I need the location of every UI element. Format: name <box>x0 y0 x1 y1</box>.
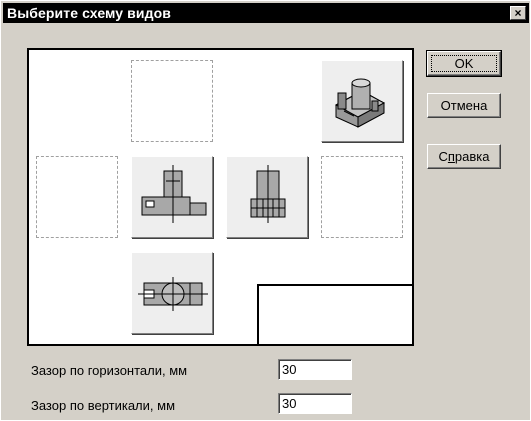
view-slot-middle-right[interactable] <box>321 156 403 238</box>
dialog-title: Выберите схему видов <box>7 5 171 21</box>
view-slot-top-center[interactable] <box>131 60 213 142</box>
top-view-icon <box>138 277 208 311</box>
focus-rectangle <box>431 55 497 72</box>
isometric-view-icon <box>334 78 386 128</box>
cancel-button[interactable]: Отмена <box>427 93 501 118</box>
view-slot-top[interactable] <box>131 252 213 334</box>
vertical-gap-label: Зазор по вертикали, мм <box>31 398 176 413</box>
cancel-button-label: Отмена <box>440 98 488 113</box>
vertical-gap-input[interactable] <box>278 393 352 414</box>
title-block-corner <box>257 284 414 346</box>
horizontal-gap-label: Зазор по горизонтали, мм <box>31 363 188 378</box>
close-icon: × <box>514 6 522 20</box>
help-button[interactable]: Справка <box>427 144 501 169</box>
left-side-view-icon <box>250 165 286 223</box>
view-layout-canvas <box>27 48 414 346</box>
front-view-icon <box>141 165 207 223</box>
view-slot-middle-left[interactable] <box>36 156 118 238</box>
view-slot-left-side[interactable] <box>226 156 308 238</box>
title-bar: Выберите схему видов × <box>3 3 529 23</box>
help-button-label: Справка <box>438 149 490 164</box>
close-button[interactable]: × <box>510 6 526 20</box>
ok-button[interactable]: OK <box>426 50 502 77</box>
horizontal-gap-input[interactable] <box>278 359 352 380</box>
view-slot-front[interactable] <box>131 156 213 238</box>
view-slot-isometric[interactable] <box>321 60 403 142</box>
view-scheme-dialog: Выберите схему видов × OK Отмена Справка… <box>0 0 531 421</box>
